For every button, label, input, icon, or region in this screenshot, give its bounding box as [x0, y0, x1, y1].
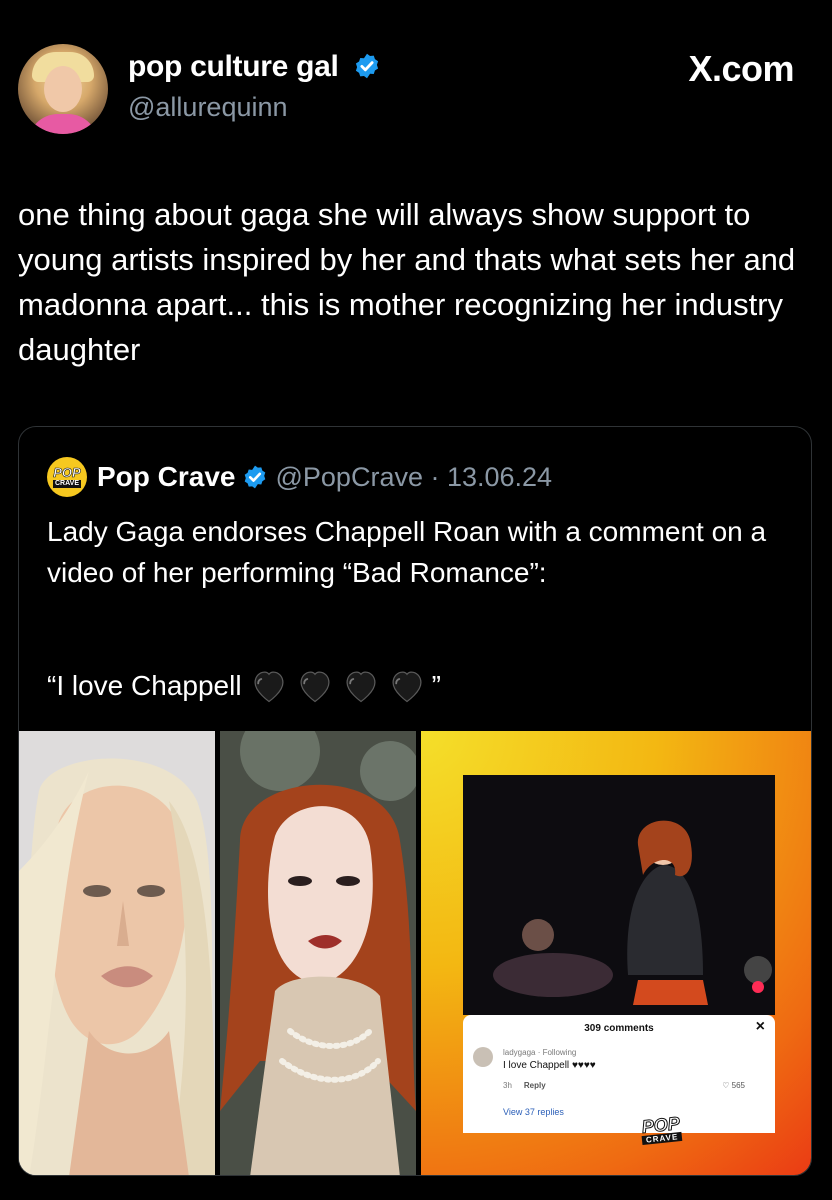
view-replies-link[interactable]: View 37 replies: [503, 1107, 564, 1117]
quoted-display-name[interactable]: Pop Crave: [97, 461, 236, 493]
portrait-illustration: [220, 731, 416, 1175]
verified-badge-icon: [355, 53, 378, 79]
black-heart-icon: [392, 671, 422, 703]
portrait-illustration: [19, 731, 215, 1175]
comment-likes[interactable]: ♡ 565: [722, 1081, 745, 1090]
reply-button[interactable]: Reply: [524, 1081, 546, 1090]
chappell-roan-photo[interactable]: [220, 731, 416, 1175]
performance-video[interactable]: [463, 775, 775, 1015]
x-logo-icon: X.com: [688, 48, 794, 89]
comment-text: I love Chappell ♥♥♥♥: [503, 1060, 596, 1071]
black-heart-icon: ♥♥♥♥: [571, 1060, 596, 1071]
quoted-handle-date[interactable]: @PopCrave · 13.06.24: [276, 462, 553, 493]
display-name[interactable]: pop culture gal: [128, 50, 381, 84]
tiktok-comment-panel: 309 comments × ladygaga · Following I lo…: [463, 1015, 775, 1133]
black-heart-icon: [300, 671, 330, 703]
quoted-tweet-text: Lady Gaga endorses Chappell Roan with a …: [47, 516, 767, 588]
tweet-text: one thing about gaga she will always sho…: [18, 197, 796, 367]
commenter-username[interactable]: ladygaga · Following: [503, 1048, 576, 1057]
close-icon[interactable]: ×: [756, 1018, 765, 1036]
comment-meta: 3h Reply: [503, 1081, 546, 1090]
quoted-tweet-card[interactable]: POP CRAVE Pop Crave @PopCrave · 13.06.24…: [18, 426, 812, 1176]
tiktok-screenshot[interactable]: 309 comments × ladygaga · Following I lo…: [421, 731, 811, 1175]
concert-illustration: [463, 775, 775, 1015]
media-grid: 309 comments × ladygaga · Following I lo…: [19, 731, 811, 1175]
lady-gaga-photo[interactable]: [19, 731, 215, 1175]
commenter-avatar[interactable]: [473, 1047, 493, 1067]
black-heart-icon: [346, 671, 376, 703]
verified-badge-icon: [244, 465, 265, 489]
user-handle[interactable]: @allurequinn: [128, 92, 288, 123]
avatar[interactable]: [18, 44, 108, 134]
comments-count: 309 comments: [584, 1023, 654, 1034]
quoted-quote-line: “I love Chappell ”: [47, 670, 441, 703]
pop-crave-avatar[interactable]: POP CRAVE: [47, 457, 87, 497]
black-heart-icon: [254, 671, 284, 703]
pop-crave-watermark: POP CRAVE: [640, 1113, 683, 1146]
quoted-tweet-header: POP CRAVE Pop Crave @PopCrave · 13.06.24: [47, 457, 552, 497]
